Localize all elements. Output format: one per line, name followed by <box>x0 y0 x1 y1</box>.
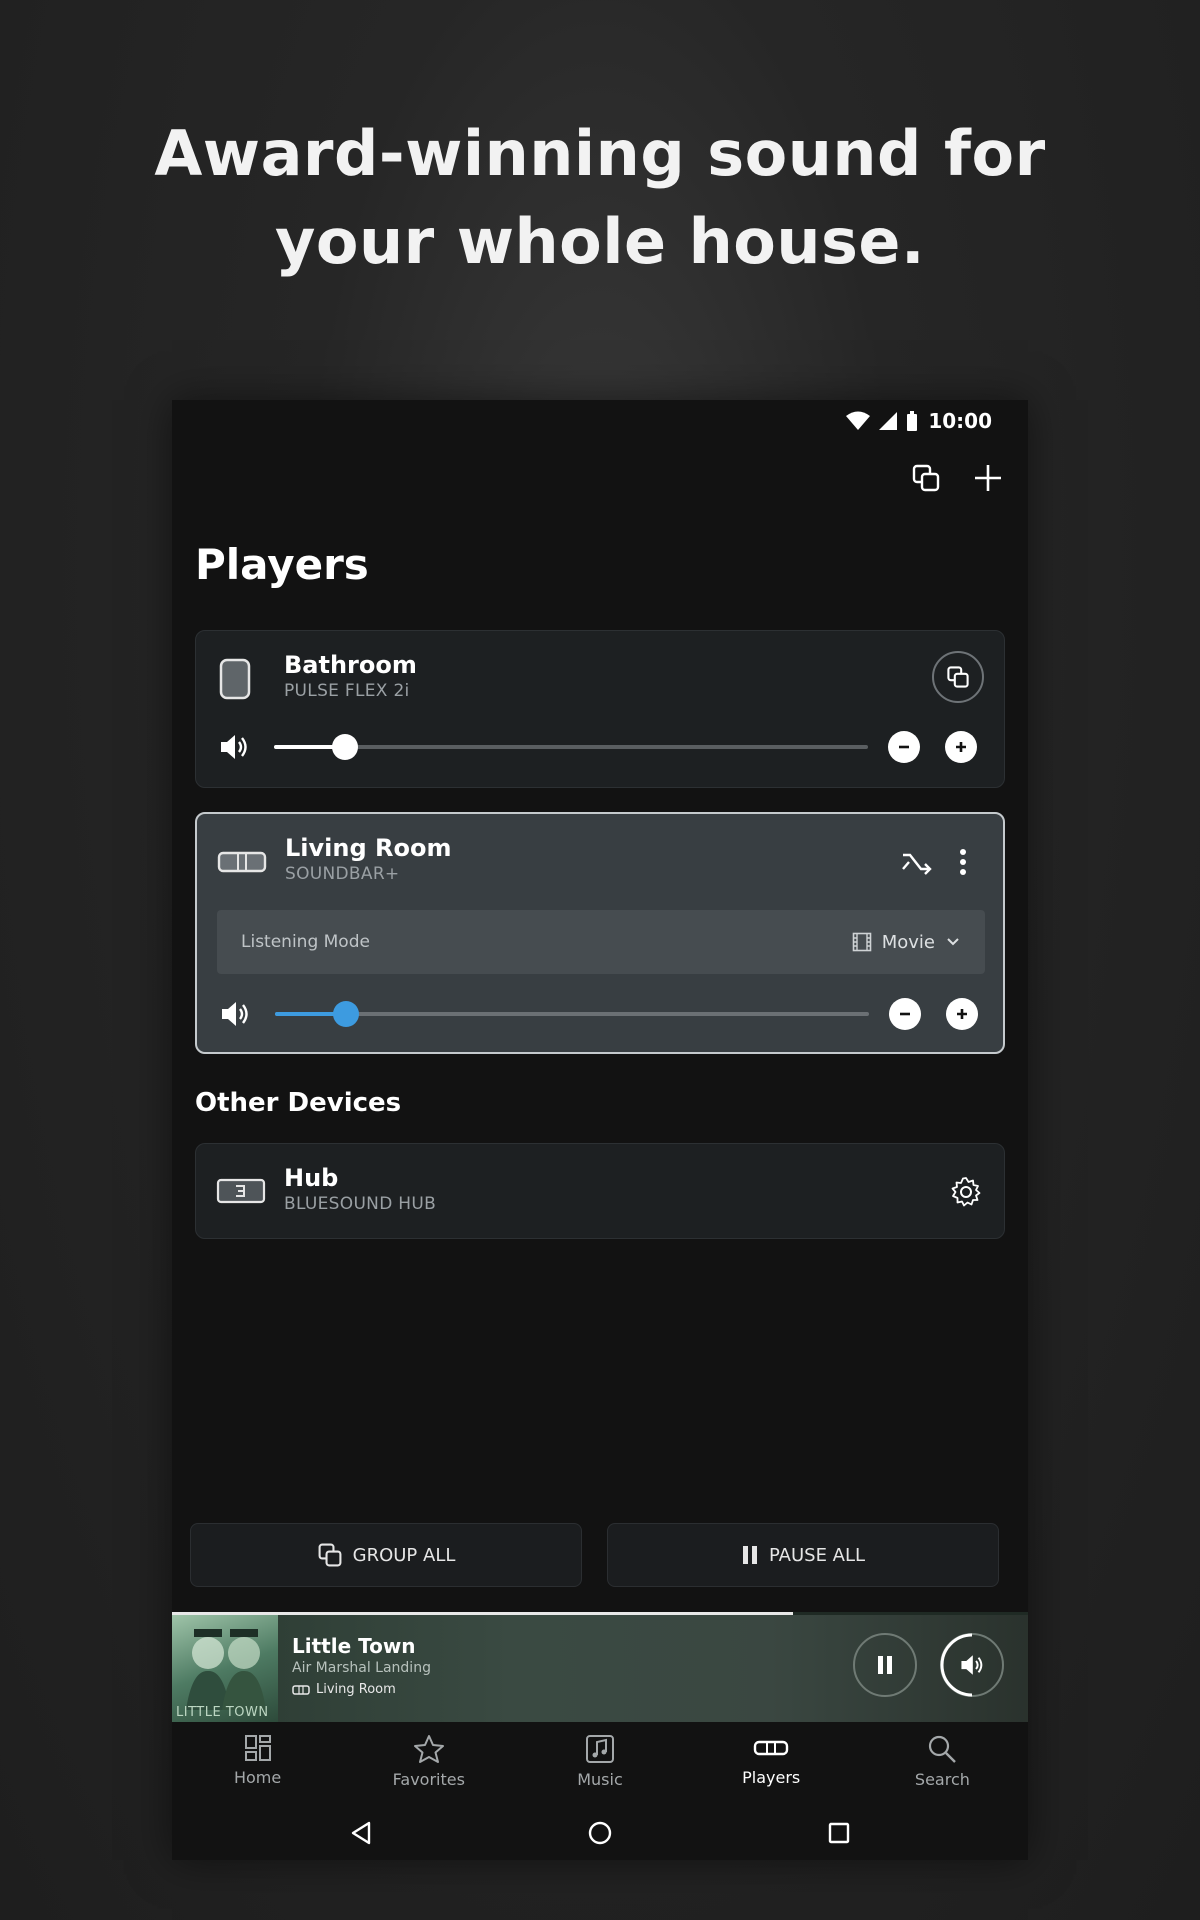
search-icon <box>929 1735 957 1763</box>
device-name: Hub <box>284 1164 339 1192</box>
battery-icon <box>907 411 918 431</box>
player-card-bathroom[interactable]: Bathroom PULSE FLEX 2i <box>195 630 1005 788</box>
group-icon <box>318 1543 342 1567</box>
album-art[interactable]: LITTLE TOWN <box>172 1615 278 1722</box>
wifi-icon <box>846 411 871 430</box>
system-navigation-bar <box>172 1806 1028 1860</box>
player-name: Living Room <box>285 834 452 862</box>
hub-icon <box>216 1178 266 1204</box>
group-icon <box>947 666 969 688</box>
player-icon <box>754 1740 789 1756</box>
recents-square-icon[interactable] <box>827 1821 851 1845</box>
volume-up-button[interactable] <box>945 731 977 763</box>
film-icon <box>852 932 872 952</box>
now-playing-room-label: Living Room <box>316 1682 396 1697</box>
pause-icon <box>878 1656 892 1674</box>
volume-slider-thumb[interactable] <box>333 1001 360 1027</box>
volume-row <box>218 727 984 767</box>
tab-music[interactable]: Music <box>514 1722 685 1806</box>
volume-track[interactable] <box>275 1012 869 1016</box>
group-player-button[interactable] <box>932 651 984 703</box>
back-icon[interactable] <box>349 1820 373 1846</box>
volume-button[interactable] <box>940 1633 1004 1697</box>
pause-all-button[interactable]: PAUSE ALL <box>607 1523 999 1587</box>
device-card-hub[interactable]: Hub BLUESOUND HUB <box>195 1143 1005 1239</box>
device-model: BLUESOUND HUB <box>284 1194 437 1214</box>
volume-track[interactable] <box>274 745 868 749</box>
track-title: Little Town <box>292 1634 416 1658</box>
track-artist: Air Marshal Landing <box>292 1660 431 1676</box>
group-players-button[interactable] <box>908 460 944 496</box>
player-model: SOUNDBAR+ <box>285 864 400 884</box>
tab-players-label: Players <box>742 1768 801 1787</box>
home-circle-icon[interactable] <box>587 1820 613 1846</box>
plus-icon <box>975 465 1001 491</box>
player-card-living-room[interactable]: Living Room SOUNDBAR+ Listening Mode Mov… <box>195 812 1005 1054</box>
add-player-button[interactable] <box>970 460 1006 496</box>
tab-home[interactable]: Home <box>172 1722 343 1806</box>
music-note-icon <box>586 1735 614 1763</box>
cell-signal-icon <box>879 412 898 430</box>
volume-slider-thumb[interactable] <box>332 734 359 760</box>
now-playing-room: Living Room <box>292 1682 396 1697</box>
plus-icon <box>956 742 966 752</box>
more-options-button[interactable] <box>945 844 981 880</box>
volume-row <box>219 994 985 1034</box>
group-all-label: GROUP ALL <box>352 1544 456 1566</box>
volume-down-button[interactable] <box>889 998 921 1030</box>
star-icon <box>413 1735 444 1763</box>
status-time: 10:00 <box>928 409 992 433</box>
more-vertical-icon <box>960 849 966 875</box>
status-bar: 10:00 <box>172 400 1028 442</box>
minus-icon <box>899 745 909 749</box>
gear-icon <box>951 1177 981 1207</box>
volume-icon <box>222 1002 248 1026</box>
tab-music-label: Music <box>577 1770 623 1789</box>
shuffle-button[interactable] <box>899 844 935 880</box>
tab-players[interactable]: Players <box>686 1722 857 1806</box>
soundbar-icon <box>292 1684 310 1695</box>
pause-icon <box>742 1546 757 1564</box>
tab-favorites[interactable]: Favorites <box>343 1722 514 1806</box>
tab-search-label: Search <box>914 1770 970 1789</box>
home-grid-icon <box>244 1735 271 1761</box>
volume-down-button[interactable] <box>888 731 920 763</box>
bottom-tab-bar: Home Favorites Music Players Search <box>172 1722 1028 1806</box>
volume-icon <box>221 735 247 759</box>
listening-mode-label: Listening Mode <box>241 932 370 952</box>
group-all-button[interactable]: GROUP ALL <box>190 1523 582 1587</box>
volume-ring <box>940 1633 973 1697</box>
tab-favorites-label: Favorites <box>392 1770 465 1789</box>
pause-all-label: PAUSE ALL <box>768 1544 866 1566</box>
volume-up-button[interactable] <box>946 998 978 1030</box>
listening-mode-selector[interactable]: Listening Mode Movie <box>217 910 985 974</box>
listening-mode-value: Movie <box>881 931 935 953</box>
headline-line-2: your whole house. <box>274 205 926 278</box>
phone-screen: 10:00 Players Bathroom PULSE FLEX 2i Liv… <box>172 400 1028 1860</box>
shuffle-icon <box>902 853 932 875</box>
player-name: Bathroom <box>284 651 417 679</box>
tab-search[interactable]: Search <box>857 1722 1028 1806</box>
album-art-text: LITTLE TOWN <box>176 1705 269 1720</box>
player-model: PULSE FLEX 2i <box>284 681 410 701</box>
pause-button[interactable] <box>853 1633 917 1697</box>
soundbar-icon <box>217 851 267 873</box>
plus-icon <box>957 1009 967 1019</box>
now-playing-bar[interactable]: LITTLE TOWN Little Town Air Marshal Land… <box>172 1612 1028 1722</box>
headline-line-1: Award-winning sound for <box>154 117 1046 190</box>
minus-icon <box>900 1012 910 1016</box>
tab-home-label: Home <box>233 1768 282 1787</box>
page-title: Players <box>195 540 369 589</box>
marketing-headline: Award-winning sound for your whole house… <box>0 110 1200 286</box>
device-settings-button[interactable] <box>948 1174 984 1210</box>
speaker-icon <box>219 658 251 700</box>
group-icon <box>912 464 940 492</box>
chevron-down-icon <box>947 938 959 946</box>
other-devices-heading: Other Devices <box>195 1088 402 1118</box>
